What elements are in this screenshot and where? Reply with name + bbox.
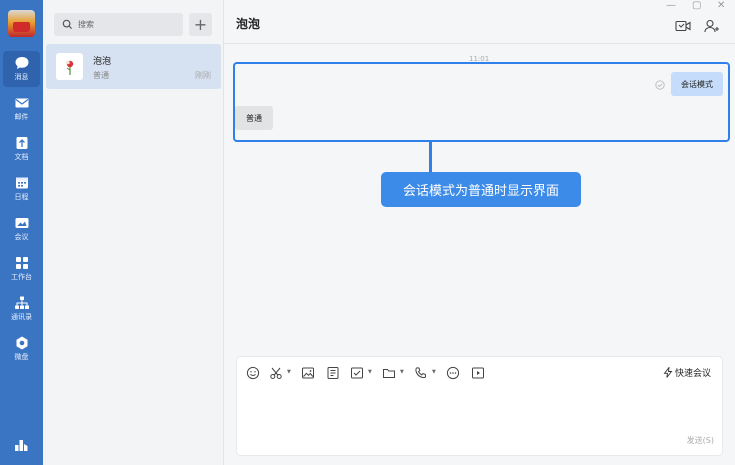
search-input[interactable] (78, 20, 178, 29)
flower-icon (65, 60, 73, 75)
document-icon (16, 137, 27, 149)
add-button[interactable]: + (189, 13, 212, 36)
conversation-list: + 泡泡 普通 刚刚 (43, 0, 224, 465)
chevron-down-icon[interactable]: ▼ (432, 369, 436, 375)
user-avatar[interactable] (8, 10, 35, 37)
read-check-icon (655, 80, 665, 90)
nav-label: 邮件 (14, 113, 29, 121)
more-button[interactable] (446, 365, 460, 380)
chat-bubble-icon (15, 57, 28, 69)
chat-panel: 泡泡 — ▢ ✕ 11:01 会话模式 普通 会话模式为普通时显示界面 ▼ ▼ (224, 0, 735, 465)
chat-header: 泡泡 — ▢ ✕ (224, 0, 735, 44)
nav-item-mail[interactable]: 邮件 (3, 91, 40, 127)
incoming-message[interactable]: 普通 (235, 106, 273, 130)
lightning-icon (663, 367, 673, 378)
conversation-item[interactable]: 泡泡 普通 刚刚 (46, 44, 221, 89)
checkbox-icon (351, 367, 363, 379)
conversation-time: 刚刚 (195, 71, 211, 80)
nav-label: 微盘 (14, 353, 29, 361)
grid-icon (15, 257, 28, 269)
org-chart-icon (14, 296, 29, 309)
file-button[interactable] (382, 365, 396, 379)
nav-item-calendar[interactable]: 日程 (3, 171, 40, 207)
note-button[interactable] (326, 365, 340, 379)
nav-label: 消息 (14, 73, 29, 81)
note-icon (327, 367, 339, 379)
nav-label: 会议 (14, 233, 29, 241)
screenshot-button[interactable] (269, 365, 283, 379)
highlight-frame (233, 62, 730, 142)
conversation-preview: 普通 (93, 71, 109, 80)
nav-item-workbench[interactable]: 工作台 (3, 251, 40, 287)
outgoing-message[interactable]: 会话模式 (671, 72, 723, 96)
video-call-icon[interactable] (675, 19, 691, 33)
nav-label: 文档 (14, 153, 29, 161)
conversation-name: 泡泡 (93, 57, 112, 67)
todo-button[interactable] (350, 365, 364, 379)
chevron-down-icon[interactable]: ▼ (287, 369, 291, 375)
close-button[interactable]: ✕ (717, 0, 725, 11)
image-button[interactable] (301, 365, 315, 379)
image-icon (302, 367, 314, 379)
callout-connector (429, 142, 432, 172)
calendar-icon (15, 177, 28, 189)
nav-item-meeting[interactable]: 会议 (3, 211, 40, 247)
scissors-icon (270, 367, 282, 379)
quick-meeting-button[interactable]: 快速会议 (663, 366, 711, 379)
add-member-icon[interactable] (704, 19, 720, 33)
nav-item-contacts[interactable]: 通讯录 (3, 291, 40, 327)
meeting-icon (15, 218, 28, 228)
send-button[interactable]: 发送(S) (687, 435, 714, 446)
conversation-avatar (56, 53, 83, 80)
maximize-button[interactable]: ▢ (692, 0, 701, 11)
screen-share-button[interactable] (471, 365, 485, 379)
folder-icon (383, 369, 395, 378)
message-composer[interactable]: ▼ ▼ ▼ ▼ 快速会议 发送(S) (236, 356, 723, 456)
nav-item-drive[interactable]: 微盘 (3, 331, 40, 367)
chevron-down-icon[interactable]: ▼ (400, 369, 404, 375)
emoji-icon (246, 366, 260, 380)
call-button[interactable] (414, 365, 428, 379)
nav-item-messages[interactable]: 消息 (3, 51, 40, 87)
nav-item-docs[interactable]: 文档 (3, 131, 40, 167)
left-nav: 消息 邮件 文档 日程 会议 工作台 通讯录 微盘 (0, 0, 43, 465)
chat-title: 泡泡 (236, 17, 261, 31)
emoji-button[interactable] (246, 365, 260, 380)
quick-meeting-label: 快速会议 (675, 369, 712, 379)
more-dots-icon (446, 366, 460, 380)
nav-label: 通讯录 (11, 313, 32, 321)
nav-label: 日程 (14, 193, 29, 201)
mail-icon (15, 98, 28, 108)
minimize-button[interactable]: — (666, 0, 676, 11)
phone-icon (415, 367, 427, 379)
chevron-down-icon[interactable]: ▼ (368, 369, 372, 375)
search-icon (62, 19, 73, 30)
nav-label: 工作台 (11, 273, 32, 281)
annotation-callout: 会话模式为普通时显示界面 (381, 172, 581, 207)
screen-share-icon (472, 367, 484, 379)
more-apps-icon[interactable] (13, 437, 29, 453)
search-box[interactable] (54, 13, 183, 36)
cloud-drive-icon (16, 336, 27, 350)
